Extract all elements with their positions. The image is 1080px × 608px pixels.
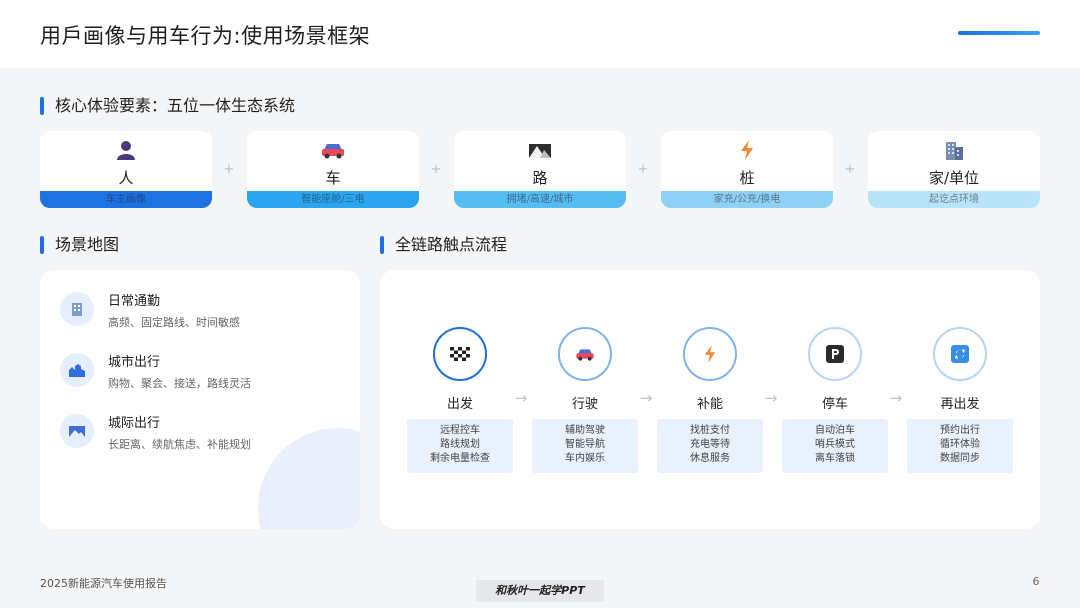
flow-section-title: 全链路触点流程 [380, 235, 507, 255]
step-details: 远程控车 路线规划 剩余电量检查 [407, 419, 513, 473]
step-label: 停车 [821, 397, 848, 412]
slide-title: 用戶画像与用车行为:使用场景框架 [40, 24, 371, 48]
eco-card-name: 路 [532, 169, 548, 187]
step-label: 补能 [696, 397, 723, 412]
header-accent-bar [958, 31, 1040, 35]
lightning-icon [683, 327, 737, 381]
step-label: 行驶 [571, 397, 598, 412]
step-detail-line: 充电等待 [690, 439, 730, 450]
eco-card-desc: 拥堵/高速/城市 [454, 191, 626, 208]
step-detail-line: 找桩支付 [690, 425, 730, 436]
arrow-right-icon: → [889, 389, 903, 407]
step-detail-line: 路线规划 [440, 439, 480, 450]
step-detail-line: 自动泊车 [815, 425, 855, 436]
plus-sign: + [637, 162, 649, 177]
step-detail-line: 剩余电量检查 [430, 453, 490, 464]
step-detail-line: 车内娱乐 [565, 453, 605, 464]
road-icon [454, 139, 626, 161]
scenario-map-panel: 日常通勤 高频、固定路线、时间敏感 城市出行 购物、聚会、接送，路线灵活 城际出… [40, 270, 360, 529]
eco-card-person[interactable]: 人 车主画像 [40, 131, 212, 208]
person-icon [40, 139, 212, 161]
eco-card-name: 桩 [739, 169, 755, 187]
step-detail-line: 离车落锁 [815, 453, 855, 464]
step-details: 辅助驾驶 智能导航 车内娱乐 [532, 419, 638, 473]
eco-card-name: 人 [118, 169, 134, 187]
slide-header: 用戶画像与用车行为:使用场景框架 [0, 0, 1080, 68]
arrow-right-icon: → [639, 389, 653, 407]
car-icon [247, 139, 419, 161]
step-label: 再出发 [940, 397, 980, 412]
scenario-desc: 长距离、续航焦虑、补能规划 [108, 438, 251, 451]
step-details: 自动泊车 哨兵模式 离车落锁 [782, 419, 888, 473]
step-label: 出发 [446, 397, 473, 412]
step-detail-line: 数据同步 [940, 453, 980, 464]
decorative-circle [258, 428, 360, 529]
scenario-desc: 购物、聚会、接送，路线灵活 [108, 377, 251, 390]
step-detail-line: 休息服务 [690, 453, 730, 464]
eco-card-desc: 智能座舱/三电 [247, 191, 419, 208]
plus-sign: + [430, 162, 442, 177]
eco-card-charger[interactable]: 桩 家充/公充/换电 [661, 131, 833, 208]
eco-card-desc: 车主画像 [40, 191, 212, 208]
footer-report-name: 2025新能源汽车使用报告 [40, 577, 167, 590]
building-icon [868, 139, 1040, 161]
landscape-icon [60, 414, 94, 448]
eco-card-desc: 起讫点环境 [868, 191, 1040, 208]
plus-sign: + [223, 162, 235, 177]
scenario-title: 日常通勤 [108, 294, 161, 309]
eco-card-desc: 家充/公充/换电 [661, 191, 833, 208]
watermark-badge: 和秋叶一起学PPT [476, 580, 604, 602]
lightning-icon [661, 139, 833, 161]
office-building-icon [60, 292, 94, 326]
eco-card-name: 车 [325, 169, 341, 187]
scenario-map-title: 场景地图 [40, 235, 119, 255]
step-detail-line: 远程控车 [440, 425, 480, 436]
page-number: 6 [1032, 575, 1040, 588]
eco-card-name: 家/单位 [928, 169, 980, 187]
step-detail-line: 哨兵模式 [815, 439, 855, 450]
step-detail-line: 辅助驾驶 [565, 425, 605, 436]
checkered-flag-icon [433, 327, 487, 381]
scenario-title: 城市出行 [108, 355, 161, 370]
eco-card-home-office[interactable]: 家/单位 起讫点环境 [868, 131, 1040, 208]
arrow-right-icon: → [514, 389, 528, 407]
ecosystem-section-title: 核心体验要素：五位一体生态系统 [40, 96, 295, 116]
plus-sign: + [844, 162, 856, 177]
step-detail-line: 预约出行 [940, 425, 980, 436]
refresh-icon [933, 327, 987, 381]
scenario-desc: 高频、固定路线、时间敏感 [108, 316, 240, 329]
arrow-right-icon: → [764, 389, 778, 407]
eco-card-road[interactable]: 路 拥堵/高速/城市 [454, 131, 626, 208]
step-details: 找桩支付 充电等待 休息服务 [657, 419, 763, 473]
scenario-title: 城际出行 [108, 416, 161, 431]
car-icon [558, 327, 612, 381]
parking-icon [808, 327, 862, 381]
step-detail-line: 循环体验 [940, 439, 980, 450]
step-detail-line: 智能导航 [565, 439, 605, 450]
eco-card-car[interactable]: 车 智能座舱/三电 [247, 131, 419, 208]
city-icon [60, 353, 94, 387]
step-details: 预约出行 循环体验 数据同步 [907, 419, 1013, 473]
